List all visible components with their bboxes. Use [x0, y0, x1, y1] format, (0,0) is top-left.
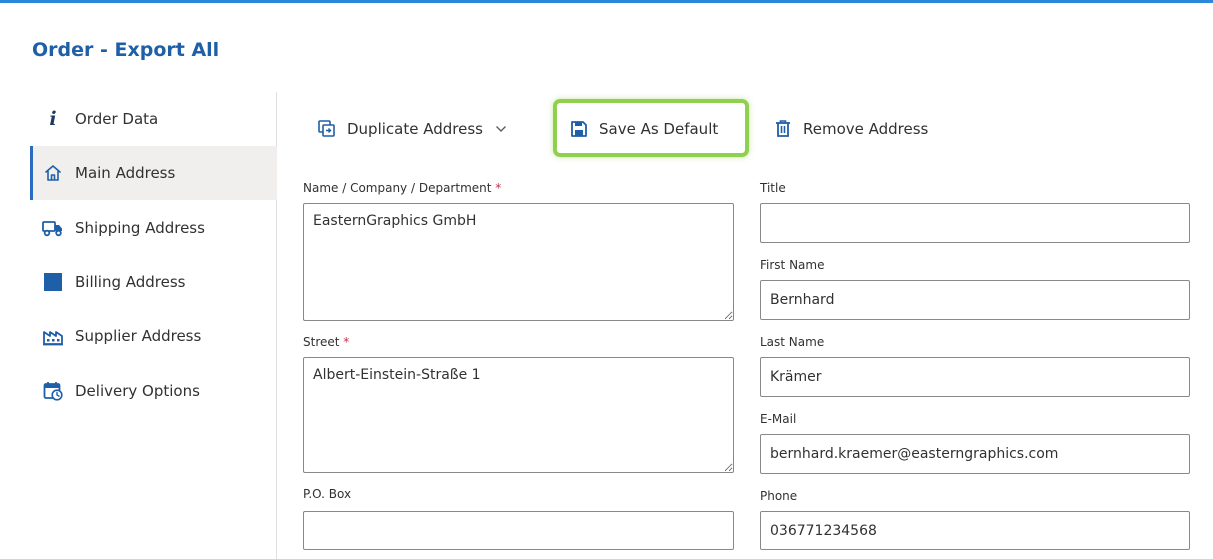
duplicate-address-button[interactable]: Duplicate Address — [317, 104, 507, 154]
title-field[interactable] — [760, 203, 1190, 243]
phone-label: Phone — [760, 489, 798, 503]
street-field[interactable]: Albert-Einstein-Straße 1 — [303, 357, 734, 473]
remove-address-button[interactable]: Remove Address — [773, 104, 928, 154]
last-name-field[interactable] — [760, 357, 1190, 397]
sidebar-item-label: Order Data — [75, 110, 159, 128]
required-mark: * — [495, 181, 502, 195]
truck-icon — [42, 217, 64, 239]
save-as-default-button[interactable]: Save As Default — [569, 104, 718, 154]
sidebar-item-supplier-address[interactable]: Supplier Address — [30, 309, 277, 363]
sidebar-item-label: Billing Address — [75, 273, 186, 291]
title-label: Title — [760, 181, 786, 195]
factory-icon — [42, 325, 64, 347]
name-company-field[interactable]: EasternGraphics GmbH — [303, 203, 734, 321]
remove-address-label: Remove Address — [803, 120, 929, 138]
email-field[interactable] — [760, 434, 1190, 474]
billing-icon — [42, 271, 64, 293]
trash-icon — [773, 119, 793, 139]
name-company-label-text: Name / Company / Department — [303, 181, 492, 195]
sidebar-item-main-address[interactable]: Main Address — [30, 146, 277, 200]
street-label: Street * — [303, 335, 349, 349]
sidebar-item-label: Main Address — [75, 164, 176, 182]
info-icon: i — [49, 108, 57, 130]
top-accent-line — [0, 0, 1213, 3]
sidebar-item-shipping-address[interactable]: Shipping Address — [30, 201, 277, 255]
po-box-field[interactable] — [303, 511, 734, 550]
sidebar-item-delivery-options[interactable]: Delivery Options — [30, 364, 277, 418]
sidebar-item-label: Delivery Options — [75, 382, 200, 400]
dialog-title: Order - Export All — [32, 39, 220, 61]
save-as-default-label: Save As Default — [599, 120, 719, 138]
sidebar-nav: i Order Data Main Address Shipping Addre… — [30, 92, 277, 559]
save-icon — [569, 119, 589, 139]
first-name-label: First Name — [760, 258, 825, 272]
home-icon — [42, 162, 64, 184]
sidebar-item-label: Supplier Address — [75, 327, 202, 345]
first-name-field[interactable] — [760, 280, 1190, 320]
email-label: E-Mail — [760, 412, 797, 426]
required-mark: * — [343, 335, 350, 349]
sidebar-item-billing-address[interactable]: Billing Address — [30, 255, 277, 309]
duplicate-icon — [317, 119, 337, 139]
street-label-text: Street — [303, 335, 340, 349]
sidebar-item-label: Shipping Address — [75, 219, 205, 237]
chevron-down-icon[interactable] — [495, 125, 507, 133]
sidebar-item-order-data[interactable]: i Order Data — [30, 92, 277, 146]
po-box-label: P.O. Box — [303, 487, 352, 501]
calendar-clock-icon — [42, 380, 64, 402]
duplicate-address-label: Duplicate Address — [347, 120, 483, 138]
name-company-label: Name / Company / Department * — [303, 181, 501, 195]
phone-field[interactable] — [760, 511, 1190, 550]
last-name-label: Last Name — [760, 335, 825, 349]
